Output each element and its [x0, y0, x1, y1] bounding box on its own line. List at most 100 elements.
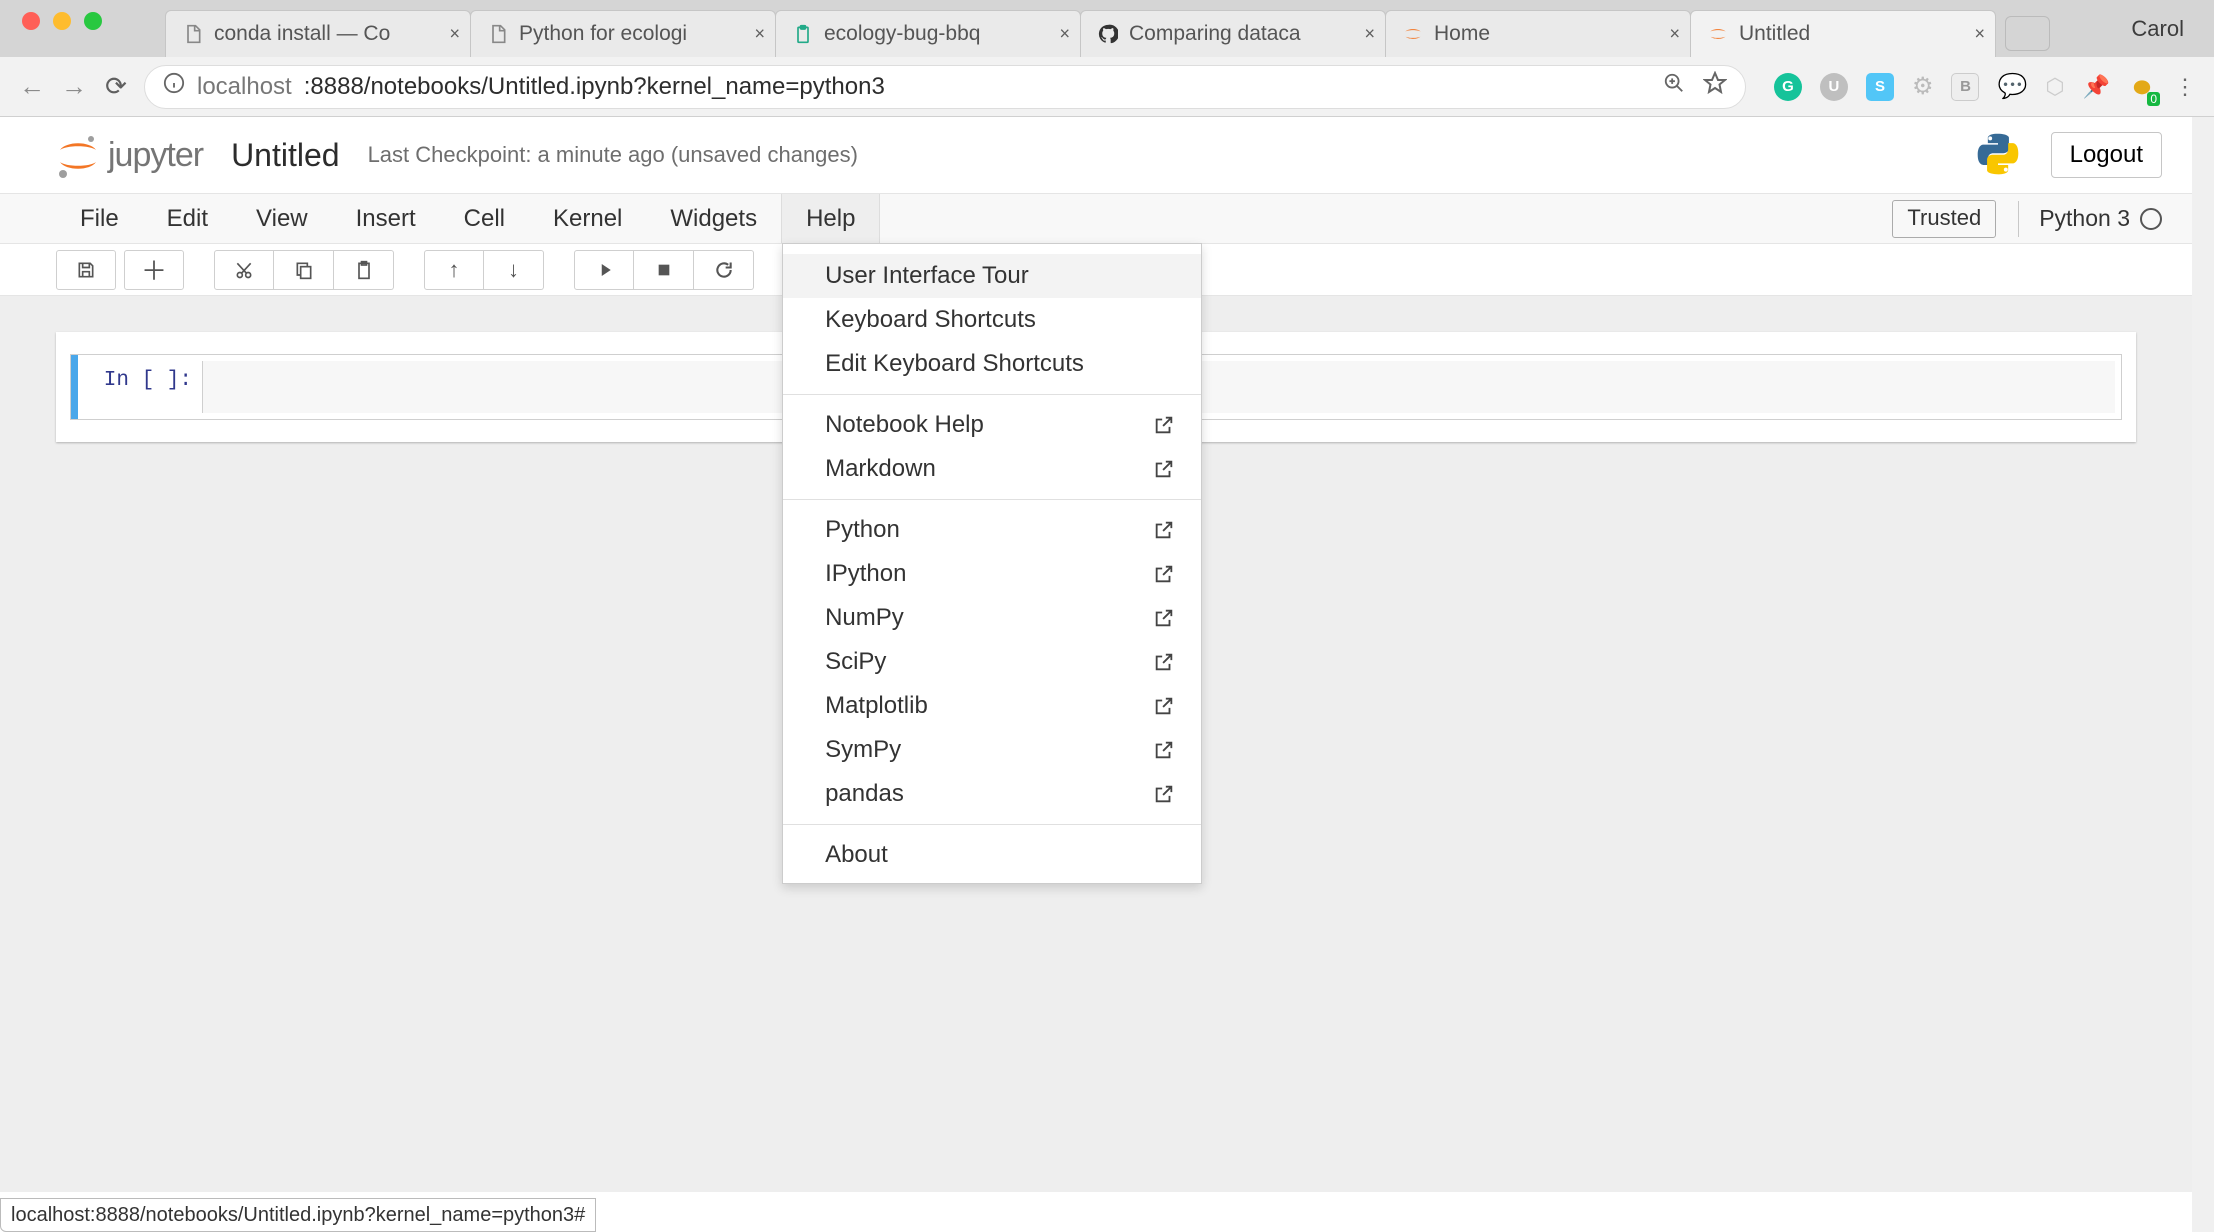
help-sympy[interactable]: SymPy [783, 728, 1201, 772]
minimize-window-button[interactable] [53, 12, 71, 30]
notebook-title[interactable]: Untitled [231, 137, 340, 174]
save-button[interactable] [56, 250, 116, 290]
close-tab-icon[interactable]: × [449, 24, 460, 45]
kernel-indicator[interactable]: Python 3 [2018, 201, 2162, 237]
tab-strip: conda install — Co × Python for ecologi … [0, 0, 2214, 57]
trusted-indicator[interactable]: Trusted [1892, 200, 1996, 238]
interrupt-kernel-button[interactable] [634, 250, 694, 290]
chrome-menu-icon[interactable]: ⋮ [2174, 74, 2196, 100]
menu-separator [783, 394, 1201, 395]
jupyter-logo[interactable]: jupyter [56, 132, 203, 178]
skype-ext-icon[interactable]: S [1866, 73, 1894, 101]
ublock-ext-icon[interactable]: U [1820, 73, 1848, 101]
help-pandas[interactable]: pandas [783, 772, 1201, 816]
browser-tab-3[interactable]: Comparing dataca × [1080, 10, 1386, 57]
external-link-icon [1153, 519, 1175, 541]
browser-tabs: conda install — Co × Python for ecologi … [165, 0, 2050, 57]
jupyter-icon [1707, 23, 1729, 45]
page-scrollbar[interactable] [2192, 117, 2214, 1232]
help-scipy[interactable]: SciPy [783, 640, 1201, 684]
zoom-icon[interactable] [1663, 72, 1685, 101]
jupyter-icon [1402, 23, 1424, 45]
clipboard-icon [792, 23, 814, 45]
menu-insert[interactable]: Insert [332, 194, 440, 243]
reload-button[interactable]: ⟳ [102, 71, 130, 102]
back-button[interactable]: ← [18, 71, 46, 102]
gear-ext-icon[interactable]: ⚙ [1912, 72, 1934, 101]
menu-widgets[interactable]: Widgets [646, 194, 781, 243]
menu-file[interactable]: File [56, 194, 143, 243]
help-edit-keyboard-shortcuts[interactable]: Edit Keyboard Shortcuts [783, 342, 1201, 386]
bee-ext-icon[interactable]: 0 [2128, 71, 2156, 102]
zoom-window-button[interactable] [84, 12, 102, 30]
restart-kernel-button[interactable] [694, 250, 754, 290]
url-path: :8888/notebooks/Untitled.ipynb?kernel_na… [304, 73, 885, 101]
grammarly-ext-icon[interactable]: G [1774, 73, 1802, 101]
menu-cell[interactable]: Cell [440, 194, 529, 243]
cell-prompt: In [ ]: [78, 355, 202, 419]
generic-doc-icon [182, 23, 204, 45]
kernel-idle-icon [2140, 208, 2162, 230]
help-keyboard-shortcuts[interactable]: Keyboard Shortcuts [783, 298, 1201, 342]
help-numpy[interactable]: NumPy [783, 596, 1201, 640]
checkpoint-status: Last Checkpoint: a minute ago (unsaved c… [368, 142, 858, 168]
help-markdown[interactable]: Markdown [783, 447, 1201, 491]
browser-tab-1[interactable]: Python for ecologi × [470, 10, 776, 57]
menu-separator [783, 824, 1201, 825]
github-icon [1097, 23, 1119, 45]
shield-ext-icon[interactable]: ⬡ [2045, 74, 2064, 100]
browser-tab-4[interactable]: Home × [1385, 10, 1691, 57]
scrollbar-thumb[interactable] [2195, 117, 2211, 1232]
bookmark-star-icon[interactable] [1703, 71, 1727, 102]
menu-kernel[interactable]: Kernel [529, 194, 646, 243]
chat-ext-icon[interactable]: 💬 [1997, 72, 2027, 101]
close-tab-icon[interactable]: × [1364, 24, 1375, 45]
browser-toolbar: ← → ⟳ localhost :8888/notebooks/Untitled.… [0, 57, 2214, 117]
menubar-right: Trusted Python 3 [1892, 194, 2162, 243]
menu-help[interactable]: Help User Interface Tour Keyboard Shortc… [781, 194, 880, 243]
menu-view[interactable]: View [232, 194, 332, 243]
browser-tab-0[interactable]: conda install — Co × [165, 10, 471, 57]
address-bar[interactable]: localhost :8888/notebooks/Untitled.ipynb?… [144, 65, 1746, 109]
link-status-bar: localhost:8888/notebooks/Untitled.ipynb?… [0, 1198, 596, 1232]
help-matplotlib[interactable]: Matplotlib [783, 684, 1201, 728]
menubar: File Edit View Insert Cell Kernel Widget… [0, 194, 2192, 244]
close-tab-icon[interactable]: × [1974, 24, 1985, 45]
new-tab-button[interactable] [2005, 16, 2050, 51]
tab-title: conda install — Co [214, 22, 390, 46]
insert-cell-button[interactable]: ＋ [124, 250, 184, 290]
help-python[interactable]: Python [783, 508, 1201, 552]
run-cell-button[interactable] [574, 250, 634, 290]
cut-button[interactable] [214, 250, 274, 290]
bookmark-ext-icon[interactable]: B [1951, 73, 1979, 101]
help-ipython[interactable]: IPython [783, 552, 1201, 596]
help-ui-tour[interactable]: User Interface Tour [783, 254, 1201, 298]
kernel-python-logo [1973, 129, 2023, 182]
close-tab-icon[interactable]: × [1059, 24, 1070, 45]
site-info-icon[interactable] [163, 72, 185, 101]
logout-button[interactable]: Logout [2051, 132, 2162, 178]
help-about[interactable]: About [783, 833, 1201, 877]
extensions-area: G U S ⚙ B 💬 ⬡ 📌 0 ⋮ [1774, 71, 2196, 102]
close-window-button[interactable] [22, 12, 40, 30]
profile-name[interactable]: Carol [2121, 0, 2194, 57]
browser-tab-2[interactable]: ecology-bug-bbq × [775, 10, 1081, 57]
pin-ext-icon[interactable]: 📌 [2083, 74, 2110, 100]
cell-command-mode-bar [71, 355, 78, 419]
url-host: localhost [197, 73, 292, 101]
move-cell-down-button[interactable]: ↓ [484, 250, 544, 290]
forward-button[interactable]: → [60, 71, 88, 102]
close-tab-icon[interactable]: × [754, 24, 765, 45]
external-link-icon [1153, 783, 1175, 805]
copy-button[interactable] [274, 250, 334, 290]
move-cell-up-button[interactable]: ↑ [424, 250, 484, 290]
close-tab-icon[interactable]: × [1669, 24, 1680, 45]
jupyter-page: jupyter Untitled Last Checkpoint: a minu… [0, 117, 2192, 1232]
external-link-icon [1153, 651, 1175, 673]
help-notebook-help[interactable]: Notebook Help [783, 403, 1201, 447]
paste-button[interactable] [334, 250, 394, 290]
browser-tab-5[interactable]: Untitled × [1690, 10, 1996, 57]
tab-title: Python for ecologi [519, 22, 687, 46]
menu-edit[interactable]: Edit [143, 194, 232, 243]
tab-title: Home [1434, 22, 1490, 46]
